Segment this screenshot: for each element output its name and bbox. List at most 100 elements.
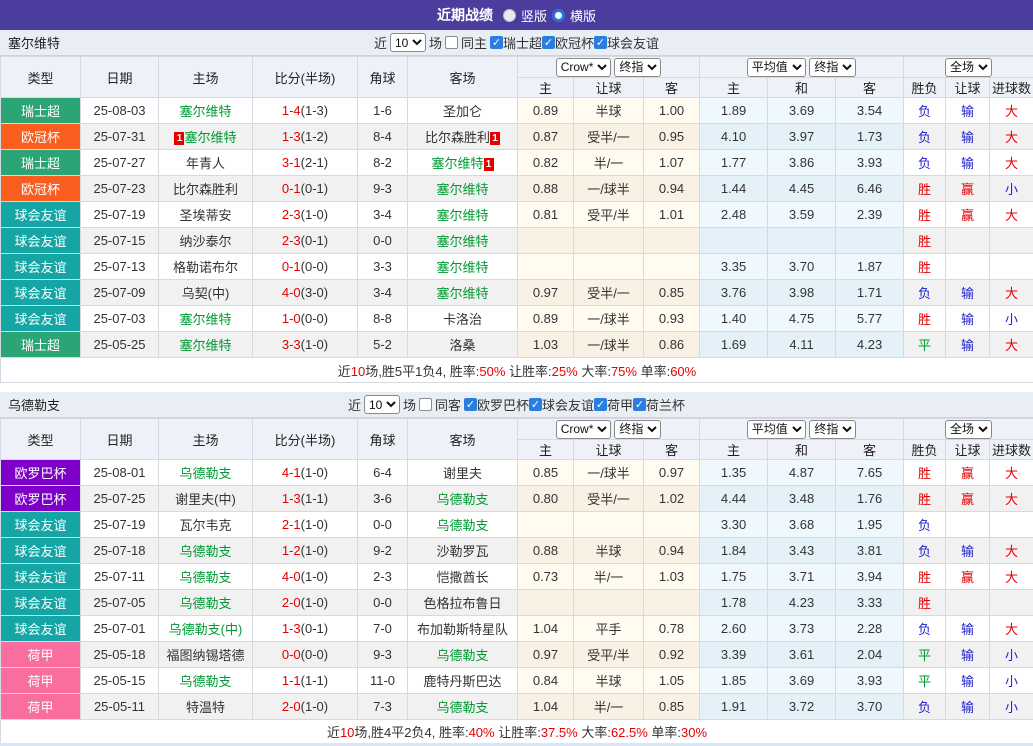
halftime-score: (3-0) xyxy=(301,285,328,300)
league-checkbox[interactable]: ✓ xyxy=(490,36,503,49)
home-team: 福图纳锡塔德 xyxy=(159,642,253,668)
league-checkbox[interactable]: ✓ xyxy=(464,398,477,411)
average-odds-time-select[interactable]: 终指 xyxy=(809,420,856,439)
league-checkbox[interactable]: ✓ xyxy=(594,398,607,411)
handicap-line: 一/球半 xyxy=(574,332,644,358)
handicap-odds-time-select[interactable]: 终指 xyxy=(614,420,661,439)
match-count-select[interactable]: 10 xyxy=(390,33,426,52)
horizontal-layout-radio[interactable] xyxy=(552,9,565,22)
avg-home-odds: 1.89 xyxy=(700,98,768,124)
goals-result: 小 xyxy=(990,694,1033,720)
score: 0-1(0-1) xyxy=(253,176,358,202)
away-team-name: 比尔森胜利 xyxy=(425,130,490,145)
away-team-name: 鹿特丹斯巴达 xyxy=(423,674,501,689)
halftime-score: (1-0) xyxy=(301,595,328,610)
home-team: 塞尔维特 xyxy=(159,332,253,358)
away-team-name: 谢里夫 xyxy=(443,466,482,481)
match-date: 25-07-27 xyxy=(81,150,159,176)
same-venue-checkbox[interactable] xyxy=(419,398,432,411)
col-header-avg-home: 主 xyxy=(700,78,768,98)
home-team-name: 塞尔维特 xyxy=(184,130,236,145)
period-select[interactable]: 全场 xyxy=(945,420,992,439)
vertical-layout-label: 竖版 xyxy=(521,6,547,25)
handicap-result: 输 xyxy=(946,280,990,306)
average-select[interactable]: 平均值 xyxy=(747,58,806,77)
summary-text: 40% xyxy=(469,725,495,740)
away-team: 乌德勒支 xyxy=(408,486,518,512)
handicap-line: 半球 xyxy=(574,98,644,124)
avg-away-odds: 3.54 xyxy=(836,98,904,124)
avg-draw-odds: 4.11 xyxy=(768,332,836,358)
average-odds-time-select[interactable]: 终指 xyxy=(809,58,856,77)
away-team: 鹿特丹斯巴达 xyxy=(408,668,518,694)
win-lose-result: 平 xyxy=(904,668,946,694)
avg-draw-odds: 3.48 xyxy=(768,486,836,512)
league-checkbox[interactable]: ✓ xyxy=(594,36,607,49)
corner-score: 7-0 xyxy=(358,616,408,642)
handicap-away-odds: 1.00 xyxy=(644,98,700,124)
home-team: 谢里夫(中) xyxy=(159,486,253,512)
handicap-odds-time-select[interactable]: 终指 xyxy=(614,58,661,77)
summary-text: 近 xyxy=(338,364,351,379)
team-name: 乌德勒支 xyxy=(8,395,60,414)
score: 0-0(0-0) xyxy=(253,642,358,668)
summary-text: 60% xyxy=(670,364,696,379)
same-venue-checkbox[interactable] xyxy=(445,36,458,49)
away-team: 塞尔维特 xyxy=(408,202,518,228)
handicap-home-odds xyxy=(518,254,574,280)
avg-home-odds: 1.75 xyxy=(700,564,768,590)
corner-score: 6-4 xyxy=(358,460,408,486)
avg-away-odds: 3.70 xyxy=(836,694,904,720)
goals-result: 大 xyxy=(990,280,1033,306)
avg-away-odds: 2.28 xyxy=(836,616,904,642)
col-header-handicap-result: 让球 xyxy=(946,78,990,98)
handicap-result: 输 xyxy=(946,124,990,150)
horizontal-layout-label: 横版 xyxy=(570,6,596,25)
score: 1-1(1-1) xyxy=(253,668,358,694)
avg-away-odds: 1.71 xyxy=(836,280,904,306)
matches-label: 场 xyxy=(403,395,416,414)
col-header-avg-draw: 和 xyxy=(768,78,836,98)
period-select[interactable]: 全场 xyxy=(945,58,992,77)
halftime-score: (0-1) xyxy=(301,233,328,248)
goals-result: 大 xyxy=(990,486,1033,512)
bookmaker-select[interactable]: Crow* xyxy=(556,58,611,77)
league-checkbox[interactable]: ✓ xyxy=(529,398,542,411)
league-type-badge: 欧冠杯 xyxy=(1,124,81,150)
handicap-result: 赢 xyxy=(946,176,990,202)
league-checkbox[interactable]: ✓ xyxy=(633,398,646,411)
away-team-name: 乌德勒支 xyxy=(436,700,488,715)
win-lose-result: 负 xyxy=(904,98,946,124)
avg-home-odds: 4.10 xyxy=(700,124,768,150)
match-date: 25-08-03 xyxy=(81,98,159,124)
handicap-result: 输 xyxy=(946,616,990,642)
handicap-line xyxy=(574,228,644,254)
match-rows: 瑞士超25-08-03塞尔维特1-4(1-3)1-6圣加仑0.89半球1.001… xyxy=(1,98,1033,358)
match-date: 25-07-15 xyxy=(81,228,159,254)
corner-score: 8-2 xyxy=(358,150,408,176)
handicap-home-odds: 0.87 xyxy=(518,124,574,150)
handicap-away-odds: 0.93 xyxy=(644,306,700,332)
goals-result xyxy=(990,590,1033,616)
red-card-badge: 1 xyxy=(484,158,494,171)
league-checkbox-label: 球会友谊 xyxy=(607,33,659,52)
col-header-date: 日期 xyxy=(81,57,159,98)
away-team-name: 塞尔维特 xyxy=(431,156,483,171)
goals-result xyxy=(990,254,1033,280)
league-type-badge: 荷甲 xyxy=(1,668,81,694)
league-checkbox[interactable]: ✓ xyxy=(542,36,555,49)
win-lose-result: 平 xyxy=(904,332,946,358)
away-team-name: 沙勒罗瓦 xyxy=(436,544,488,559)
goals-result: 小 xyxy=(990,176,1033,202)
handicap-away-odds: 1.05 xyxy=(644,668,700,694)
average-select[interactable]: 平均值 xyxy=(747,420,806,439)
home-team: 特温特 xyxy=(159,694,253,720)
match-count-select[interactable]: 10 xyxy=(364,395,400,414)
halftime-score: (1-0) xyxy=(301,207,328,222)
title-bar: 近期战绩 竖版 横版 xyxy=(0,0,1033,30)
bookmaker-select[interactable]: Crow* xyxy=(556,420,611,439)
handicap-line: 受半/一 xyxy=(574,124,644,150)
match-date: 25-07-19 xyxy=(81,202,159,228)
vertical-layout-radio[interactable] xyxy=(503,9,516,22)
handicap-home-odds: 0.80 xyxy=(518,486,574,512)
